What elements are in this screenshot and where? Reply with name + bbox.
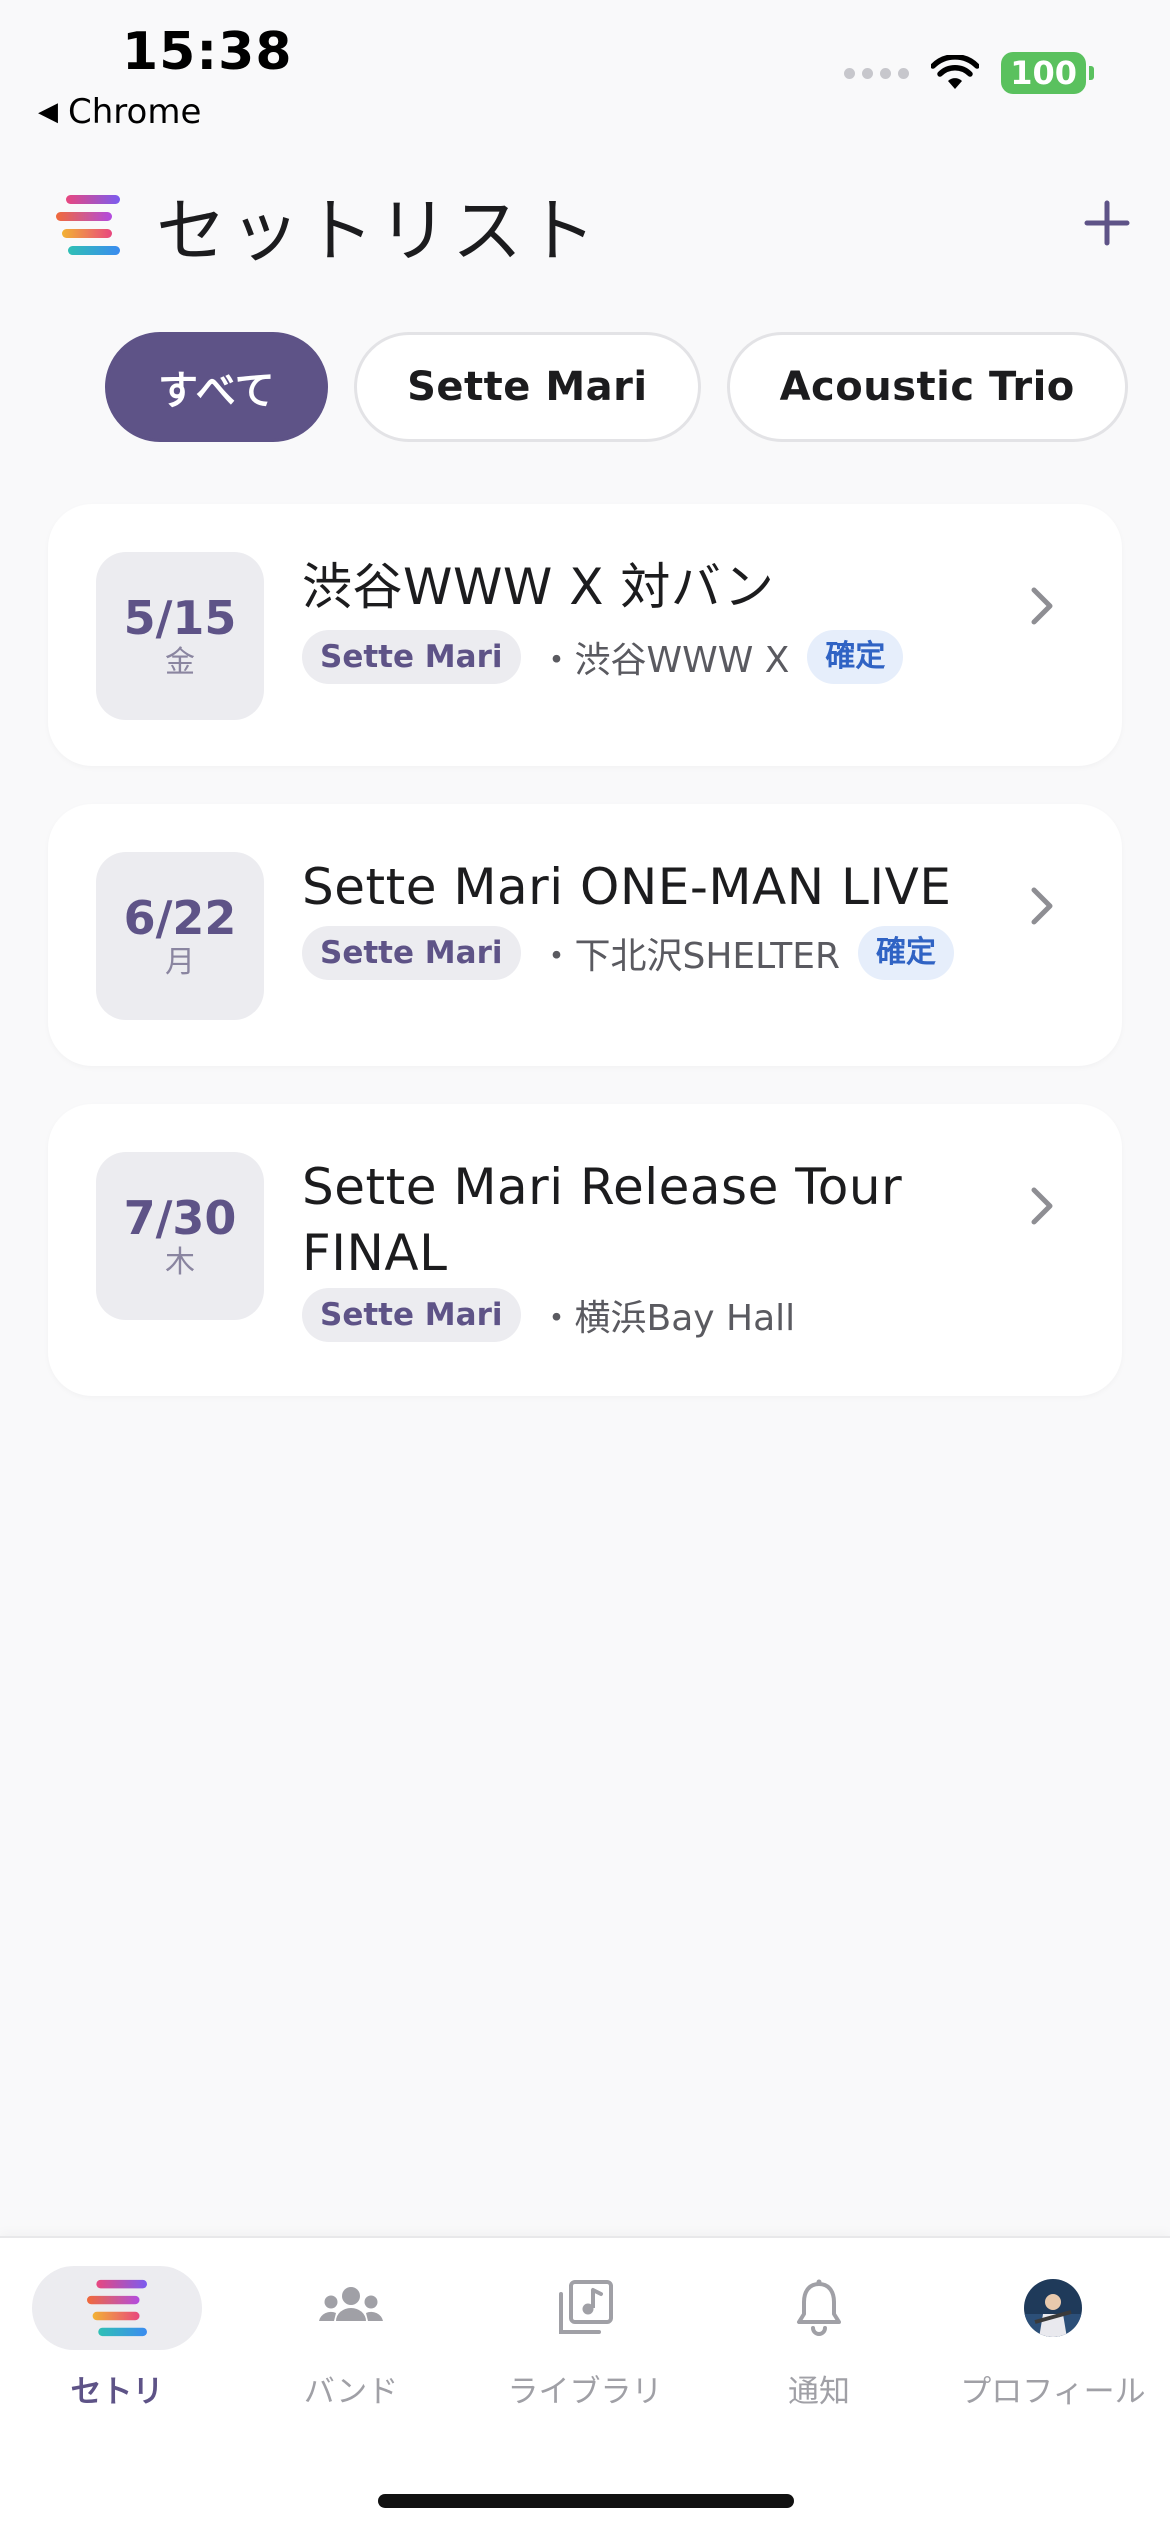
date-badge: 7/30 木 <box>96 1152 264 1320</box>
setlist-card[interactable]: 5/15 金 渋谷WWW X 対バン Sette Mari ・渋谷WWW X 確… <box>48 504 1122 766</box>
battery-icon: 100 <box>1001 52 1094 94</box>
home-indicator <box>378 2494 794 2508</box>
status-badge: 確定 <box>858 926 955 980</box>
page-title: セットリスト <box>156 189 600 272</box>
avatar <box>1024 2279 1082 2337</box>
chevron-right-icon <box>1031 887 1053 925</box>
event-weekday: 月 <box>165 945 195 980</box>
app-logo-icon <box>56 195 120 255</box>
band-tag: Sette Mari <box>302 1288 521 1342</box>
event-title: Sette Mari Release Tour FINAL <box>302 1158 903 1282</box>
plus-icon <box>1084 200 1130 246</box>
people-icon <box>319 2287 383 2321</box>
date-badge: 6/22 月 <box>96 852 264 1020</box>
tab-notifications[interactable]: 通知 <box>702 2266 936 2411</box>
bottom-tab-bar: セトリ バンド ライブラリ 通知 プロフィール <box>0 2236 1170 2532</box>
chevron-right-icon <box>1031 1187 1053 1225</box>
tab-label: バンド <box>303 2374 399 2410</box>
event-meta: Sette Mari ・渋谷WWW X 確定 <box>302 630 904 684</box>
back-triangle-icon: ◀ <box>38 97 58 127</box>
tab-label: プロフィール <box>960 2374 1146 2410</box>
venue-label: ・下北沢SHELTER <box>538 936 841 977</box>
filter-chip-all[interactable]: すべて <box>105 332 329 442</box>
setlist-card[interactable]: 6/22 月 Sette Mari ONE-MAN LIVE Sette Mar… <box>48 804 1122 1066</box>
event-title: 渋谷WWW X 対バン <box>302 558 775 616</box>
status-time: 15:38 <box>122 22 293 82</box>
venue-label: ・渋谷WWW X <box>538 640 790 681</box>
back-app-label: Chrome <box>68 92 202 132</box>
tab-library[interactable]: ライブラリ <box>468 2266 702 2411</box>
music-library-icon <box>559 2280 613 2334</box>
event-date: 6/22 <box>123 891 237 945</box>
event-meta: Sette Mari ・横浜Bay Hall <box>302 1288 795 1342</box>
setlist-card[interactable]: 7/30 木 Sette Mari Release Tour FINAL Set… <box>48 1104 1122 1396</box>
back-to-app-link[interactable]: ◀ Chrome <box>38 92 201 132</box>
wifi-icon <box>931 55 980 89</box>
tab-icon-highlight <box>32 2266 202 2350</box>
event-title: Sette Mari ONE-MAN LIVE <box>302 858 952 916</box>
band-tag: Sette Mari <box>302 630 521 684</box>
date-badge: 5/15 金 <box>96 552 264 720</box>
venue-label: ・横浜Bay Hall <box>538 1298 796 1339</box>
tab-band[interactable]: バンド <box>234 2266 468 2411</box>
band-tag: Sette Mari <box>302 926 521 980</box>
tab-profile[interactable]: プロフィール <box>936 2266 1170 2411</box>
filter-chip-acoustic-trio[interactable]: Acoustic Trio <box>726 332 1128 442</box>
event-weekday: 木 <box>165 1245 195 1280</box>
tab-label: ライブラリ <box>507 2374 663 2410</box>
bell-icon <box>797 2279 841 2336</box>
event-weekday: 金 <box>165 645 195 680</box>
band-filter-chips: すべて Sette Mari Acoustic Trio <box>105 332 1128 442</box>
setlist-icon <box>87 2279 147 2337</box>
event-meta: Sette Mari ・下北沢SHELTER 確定 <box>302 926 955 980</box>
cellular-signal-icon <box>844 67 910 79</box>
tab-setlist[interactable]: セトリ <box>0 2266 234 2411</box>
page-header: セットリスト <box>52 180 1130 272</box>
status-badge: 確定 <box>807 630 904 684</box>
event-date: 7/30 <box>123 1191 237 1245</box>
add-setlist-button[interactable] <box>1072 188 1142 258</box>
status-indicators: 100 <box>844 52 1094 94</box>
tab-label: 通知 <box>788 2374 850 2410</box>
event-date: 5/15 <box>123 591 237 645</box>
battery-level: 100 <box>1001 52 1086 94</box>
filter-chip-sette-mari[interactable]: Sette Mari <box>354 332 701 442</box>
chevron-right-icon <box>1031 587 1053 625</box>
tab-label: セトリ <box>70 2374 164 2410</box>
